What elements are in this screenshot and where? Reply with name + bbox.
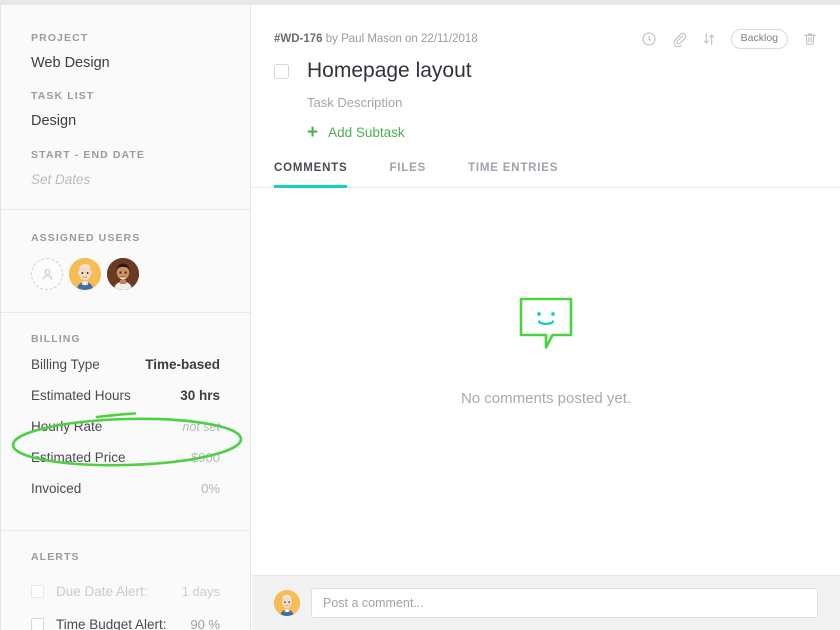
task-author-date: by Paul Mason on 22/11/2018 — [322, 33, 478, 45]
assigned-users-label: ASSIGNED USERS — [31, 232, 141, 244]
task-header: #WD-176 by Paul Mason on 22/11/2018 Back… — [252, 5, 840, 142]
billing-row-key: Hourly Rate — [31, 419, 103, 434]
task-sidebar: PROJECT Web Design TASK LIST Design STAR… — [1, 5, 251, 630]
status-badge-backlog[interactable]: Backlog — [730, 29, 788, 49]
due-date-alert-value: 1 days — [181, 584, 220, 599]
dates-block: START - END DATE Set Dates — [1, 129, 250, 209]
billing-label: BILLING — [31, 333, 81, 345]
time-budget-alert-label: Time Budget Alert: — [56, 617, 167, 630]
task-list-block: TASK LIST Design — [1, 71, 250, 129]
tab-files[interactable]: FILES — [389, 162, 426, 188]
task-list-value[interactable]: Design — [31, 113, 220, 129]
time-budget-alert-value: 90 % — [190, 617, 220, 630]
timer-icon[interactable] — [641, 31, 657, 47]
task-id: #WD-176 — [274, 33, 323, 45]
avatar-user-1[interactable] — [69, 258, 101, 290]
plus-icon: + — [307, 122, 319, 143]
billing-row-key: Estimated Hours — [31, 388, 131, 403]
alert-row-time-budget[interactable]: Time Budget Alert: 90 % — [31, 608, 220, 630]
task-title-row: Homepage layout — [274, 59, 818, 83]
billing-row[interactable]: Invoiced 0% — [31, 481, 220, 512]
comments-empty-state: No comments posted yet. — [252, 188, 840, 575]
add-user-icon — [42, 268, 52, 280]
billing-row-key: Estimated Price — [31, 450, 126, 465]
comment-composer — [252, 575, 840, 630]
avatar-user-1-image — [69, 258, 101, 290]
task-action-icons: Backlog — [641, 29, 818, 49]
billing-row-value: 0% — [201, 481, 220, 496]
tab-comments[interactable]: COMMENTS — [274, 162, 348, 188]
task-description-placeholder[interactable]: Task Description — [307, 95, 818, 110]
billing-row-value: Time-based — [145, 357, 220, 372]
avatar-current-user[interactable] — [274, 590, 300, 616]
add-subtask-button[interactable]: + Add Subtask — [307, 123, 818, 142]
project-label: PROJECT — [31, 32, 89, 44]
trash-icon[interactable] — [802, 31, 818, 47]
billing-row[interactable]: Estimated Hours 30 hrs — [31, 388, 220, 419]
assigned-users-section: ASSIGNED USERS — [1, 210, 250, 312]
alerts-label: ALERTS — [31, 551, 80, 563]
task-list-label: TASK LIST — [31, 90, 95, 102]
set-dates-button[interactable]: Set Dates — [31, 172, 220, 187]
billing-row[interactable]: Hourly Rate not set — [31, 419, 220, 450]
billing-row-key: Invoiced — [31, 481, 82, 496]
task-main-panel: #WD-176 by Paul Mason on 22/11/2018 Back… — [252, 5, 840, 630]
billing-row-value: not set — [182, 420, 220, 434]
task-tabs: COMMENTS FILES TIME ENTRIES — [252, 161, 840, 188]
avatar-list — [31, 258, 220, 290]
attachment-icon[interactable] — [671, 31, 687, 47]
project-block: PROJECT Web Design — [1, 5, 250, 71]
alerts-section: ALERTS Due Date Alert: 1 days Time Budge… — [1, 531, 250, 630]
empty-state-text: No comments posted yet. — [460, 390, 632, 407]
billing-row[interactable]: Billing Type Time-based — [31, 357, 220, 388]
task-detail-app: PROJECT Web Design TASK LIST Design STAR… — [0, 0, 840, 630]
add-subtask-label: Add Subtask — [328, 125, 405, 140]
billing-row[interactable]: Estimated Price $900 — [31, 450, 220, 481]
smiley-speech-bubble-icon — [519, 297, 573, 349]
avatar-user-2[interactable] — [107, 258, 139, 290]
comment-input[interactable] — [311, 588, 818, 618]
avatar-current-user-image — [274, 590, 300, 616]
alert-row-due-date[interactable]: Due Date Alert: 1 days — [31, 575, 220, 608]
move-task-icon[interactable] — [701, 31, 717, 47]
billing-row-value: $900 — [191, 450, 220, 465]
billing-row-value: 30 hrs — [180, 388, 220, 403]
due-date-alert-label: Due Date Alert: — [56, 584, 148, 599]
task-meta-row: #WD-176 by Paul Mason on 22/11/2018 Back… — [274, 29, 818, 49]
task-meta-text: #WD-176 by Paul Mason on 22/11/2018 — [274, 33, 478, 45]
avatar-user-2-image — [107, 258, 139, 290]
time-budget-alert-checkbox[interactable] — [31, 618, 44, 630]
due-date-alert-checkbox[interactable] — [31, 585, 44, 598]
billing-section: BILLING Billing Type Time-based Estimate… — [1, 313, 250, 530]
project-value[interactable]: Web Design — [31, 55, 220, 71]
tab-time-entries[interactable]: TIME ENTRIES — [468, 162, 558, 188]
dates-label: START - END DATE — [31, 149, 146, 161]
task-complete-checkbox[interactable] — [274, 63, 289, 79]
page-title[interactable]: Homepage layout — [307, 59, 472, 83]
add-user-button[interactable] — [31, 258, 63, 290]
billing-row-key: Billing Type — [31, 357, 100, 372]
